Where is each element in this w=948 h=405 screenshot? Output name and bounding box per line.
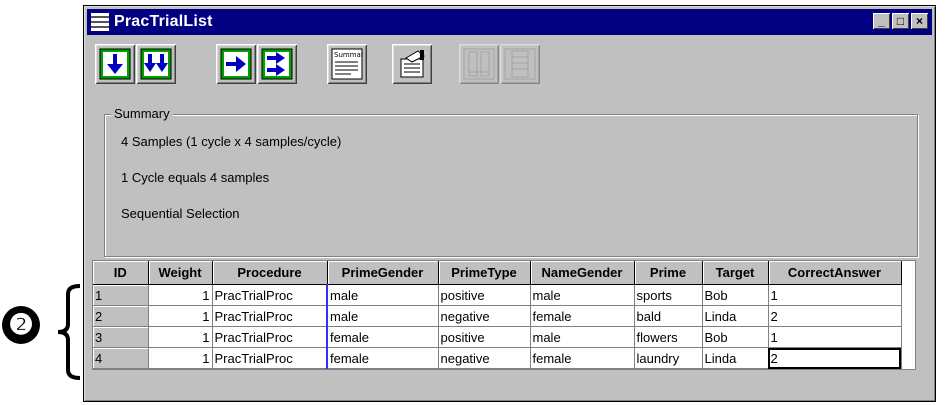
namegender-cell[interactable]: female — [530, 347, 635, 369]
window-title: PracTrialList — [114, 13, 213, 30]
weight-cell[interactable]: 1 — [148, 284, 213, 306]
add-multiple-attributes-button[interactable] — [257, 44, 297, 84]
table-row: 3 1 PracTrialProc female positive male f… — [93, 326, 902, 348]
correctanswer-cell[interactable]: 1 — [768, 284, 902, 306]
primegender-cell[interactable]: male — [326, 305, 439, 327]
remove-levels-icon — [463, 48, 495, 80]
title-bar[interactable]: PracTrialList _ □ × — [87, 9, 932, 35]
close-button[interactable]: × — [911, 13, 928, 29]
weight-cell[interactable]: 1 — [148, 347, 213, 369]
correctanswer-cell-selected[interactable]: 2 — [768, 347, 902, 369]
primegender-cell[interactable]: female — [326, 326, 439, 348]
column-header[interactable]: ID — [93, 261, 149, 285]
toolbar: Summary — [87, 38, 932, 88]
procedure-cell[interactable]: PracTrialProc — [212, 326, 328, 348]
column-header[interactable]: Target — [702, 261, 769, 285]
primetype-cell[interactable]: positive — [438, 284, 531, 306]
add-multiple-levels-button[interactable] — [136, 44, 176, 84]
namegender-cell[interactable]: female — [530, 305, 635, 327]
primetype-cell[interactable]: negative — [438, 347, 531, 369]
target-cell[interactable]: Linda — [702, 347, 769, 369]
summary-samples: 4 Samples (1 cycle x 4 samples/cycle) — [121, 134, 342, 149]
table-row: 2 1 PracTrialProc male negative female b… — [93, 305, 902, 327]
add-attribute-icon — [220, 48, 252, 80]
properties-icon — [400, 50, 425, 78]
namegender-cell[interactable]: male — [530, 326, 635, 348]
namegender-cell[interactable]: male — [530, 284, 635, 306]
column-header[interactable]: PrimeGender — [327, 261, 439, 285]
primetype-cell[interactable]: positive — [438, 326, 531, 348]
summary-icon: Summary — [331, 48, 363, 80]
add-attribute-button[interactable] — [216, 44, 256, 84]
row-id-cell[interactable]: 1 — [93, 284, 149, 306]
list-window-icon — [91, 13, 109, 31]
column-header[interactable]: PrimeType — [438, 261, 531, 285]
target-cell[interactable]: Linda — [702, 305, 769, 327]
prime-cell[interactable]: flowers — [634, 326, 703, 348]
row-id-cell[interactable]: 4 — [93, 347, 149, 369]
procedure-cell[interactable]: PracTrialProc — [212, 305, 328, 327]
summary-cycle: 1 Cycle equals 4 samples — [121, 170, 270, 185]
table-row: 4 1 PracTrialProc female negative female… — [93, 347, 902, 369]
procedure-cell[interactable]: PracTrialProc — [212, 284, 328, 306]
add-level-icon — [99, 48, 131, 80]
trial-list-grid: ID Weight Procedure PrimeGender PrimeTyp… — [92, 260, 916, 370]
weight-cell[interactable]: 1 — [148, 326, 213, 348]
weight-cell[interactable]: 1 — [148, 305, 213, 327]
row-id-cell[interactable]: 3 — [93, 326, 149, 348]
primetype-cell[interactable]: negative — [438, 305, 531, 327]
table-row: 1 1 PracTrialProc male positive male spo… — [93, 284, 902, 306]
procedure-cell[interactable]: PracTrialProc — [212, 347, 328, 369]
column-header[interactable]: CorrectAnswer — [768, 261, 902, 285]
column-header[interactable]: Prime — [634, 261, 703, 285]
annotation-marker: ❷ — [2, 306, 40, 344]
row-id-cell[interactable]: 2 — [93, 305, 149, 327]
correctanswer-cell[interactable]: 1 — [768, 326, 902, 348]
properties-button[interactable] — [392, 44, 432, 84]
maximize-button[interactable]: □ — [892, 13, 909, 29]
prime-cell[interactable]: laundry — [634, 347, 703, 369]
summary-button[interactable]: Summary — [327, 44, 367, 84]
remove-levels-button[interactable] — [459, 44, 499, 84]
target-cell[interactable]: Bob — [702, 326, 769, 348]
summary-selection: Sequential Selection — [121, 206, 240, 221]
summary-group: Summary 4 Samples (1 cycle x 4 samples/c… — [104, 106, 918, 257]
remove-attributes-icon — [504, 48, 536, 80]
column-header[interactable]: NameGender — [530, 261, 635, 285]
target-cell[interactable]: Bob — [702, 284, 769, 306]
remove-attributes-button[interactable] — [500, 44, 540, 84]
add-multiple-levels-icon — [140, 48, 172, 80]
primegender-cell[interactable]: male — [326, 284, 439, 306]
list-window: PracTrialList _ □ × Summar Summary 4 Sam… — [83, 5, 936, 402]
trial-list-table: ID Weight Procedure PrimeGender PrimeTyp… — [93, 261, 902, 369]
minimize-button[interactable]: _ — [873, 13, 890, 29]
prime-cell[interactable]: sports — [634, 284, 703, 306]
add-level-button[interactable] — [95, 44, 135, 84]
primegender-cell[interactable]: female — [326, 347, 439, 369]
add-multiple-attributes-icon — [261, 48, 293, 80]
correctanswer-cell[interactable]: 2 — [768, 305, 902, 327]
summary-legend: Summary — [111, 106, 173, 121]
column-header[interactable]: Weight — [148, 261, 213, 285]
prime-cell[interactable]: bald — [634, 305, 703, 327]
header-row: ID Weight Procedure PrimeGender PrimeTyp… — [93, 261, 902, 285]
column-header[interactable]: Procedure — [212, 261, 328, 285]
svg-text:Summary: Summary — [334, 51, 363, 59]
